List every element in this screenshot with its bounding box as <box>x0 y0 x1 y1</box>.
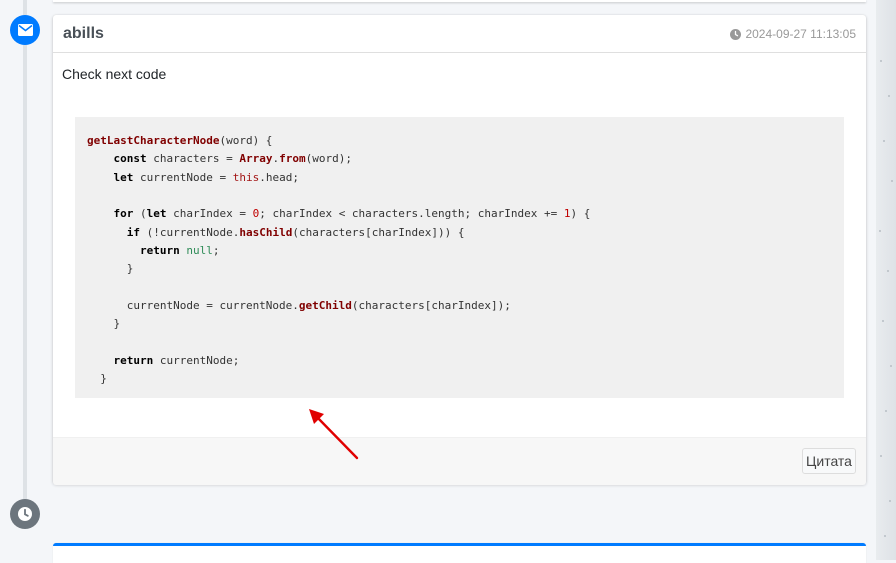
clock-icon <box>730 28 742 40</box>
annotation-arrow <box>309 409 359 460</box>
code-block: getLastCharacterNode(word) { const chara… <box>75 117 844 398</box>
code-line: getLastCharacterNode(word) { <box>87 134 273 147</box>
code-line: for (let charIndex = 0; charIndex < char… <box>113 207 591 221</box>
quote-button[interactable]: Цитата <box>802 448 856 474</box>
code-line: if (!currentNode.hasChild(characters[cha… <box>126 225 465 239</box>
post-timestamp-text: 2024-09-27 11:13:05 <box>745 27 856 41</box>
code-line: const characters = Array.from(word); <box>113 152 352 166</box>
post-timestamp: 2024-09-27 11:13:05 <box>730 27 856 41</box>
envelope-icon <box>10 15 40 45</box>
code-line: } <box>87 262 134 276</box>
clock-icon <box>10 499 40 529</box>
post-author: abills <box>63 25 104 42</box>
previous-post-card <box>53 0 866 2</box>
code-line: let currentNode = this.head; <box>113 170 299 184</box>
post-message: Check next code <box>62 66 167 82</box>
code-line: return null; <box>139 244 220 258</box>
code-line: } <box>87 372 107 386</box>
post-header: abills 2024-09-27 11:13:05 <box>53 15 866 53</box>
code-line: currentNode = currentNode.getChild(chara… <box>87 299 511 313</box>
page-edge-texture <box>876 0 896 560</box>
post-card: abills 2024-09-27 11:13:05 Check next co… <box>53 15 866 485</box>
post-footer: Цитата <box>53 437 866 485</box>
code-line: return currentNode; <box>113 354 240 368</box>
next-post-card <box>53 543 866 563</box>
code-line: } <box>87 317 121 331</box>
timeline-line <box>23 0 27 520</box>
